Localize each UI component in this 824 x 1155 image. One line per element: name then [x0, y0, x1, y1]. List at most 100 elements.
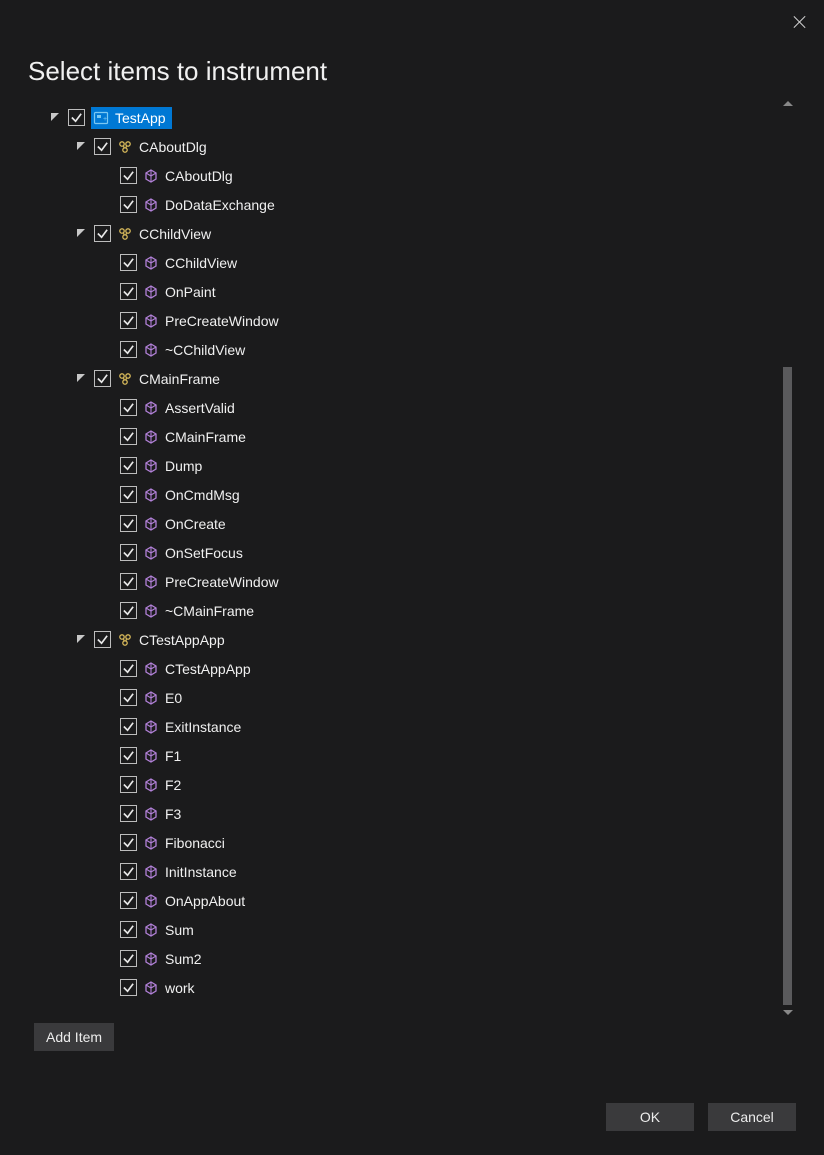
tree-item-label: Fibonacci [165, 835, 225, 851]
checkbox[interactable] [94, 370, 111, 387]
expander-icon[interactable] [76, 373, 88, 385]
expander-icon[interactable] [76, 634, 88, 646]
tree-item-label: F2 [165, 777, 181, 793]
tree-row[interactable]: Sum [50, 915, 776, 944]
tree-row[interactable]: F3 [50, 799, 776, 828]
tree-item-label: Sum [165, 922, 194, 938]
checkbox[interactable] [120, 312, 137, 329]
tree-item-label: CMainFrame [165, 429, 246, 445]
tree-item-label: CChildView [139, 226, 211, 242]
tree-row[interactable]: DoDataExchange [50, 190, 776, 219]
tree-row[interactable]: Sum2 [50, 944, 776, 973]
method-icon [143, 835, 159, 851]
checkbox[interactable] [120, 950, 137, 967]
checkbox[interactable] [120, 515, 137, 532]
checkbox[interactable] [120, 660, 137, 677]
scroll-up-icon[interactable] [783, 101, 793, 106]
checkbox[interactable] [120, 428, 137, 445]
tree-item-label: AssertValid [165, 400, 235, 416]
project-icon: + [93, 110, 109, 126]
tree-item-label: CChildView [165, 255, 237, 271]
checkbox[interactable] [120, 776, 137, 793]
tree-row[interactable]: work [50, 973, 776, 1002]
checkbox[interactable] [120, 341, 137, 358]
scroll-down-icon[interactable] [783, 1010, 793, 1015]
tree-row[interactable]: CAboutDlg [50, 161, 776, 190]
checkbox[interactable] [120, 892, 137, 909]
dialog: Select items to instrument +TestAppCAbou… [0, 0, 824, 1155]
tree-row[interactable]: ~CMainFrame [50, 596, 776, 625]
expander-icon[interactable] [76, 228, 88, 240]
checkbox[interactable] [94, 631, 111, 648]
expander-icon[interactable] [50, 112, 62, 124]
cancel-button[interactable]: Cancel [708, 1103, 796, 1131]
checkbox[interactable] [94, 225, 111, 242]
checkbox[interactable] [120, 167, 137, 184]
tree-row[interactable]: CMainFrame [50, 364, 776, 393]
tree-row[interactable]: CAboutDlg [50, 132, 776, 161]
tree-row[interactable]: OnCmdMsg [50, 480, 776, 509]
close-icon[interactable] [792, 14, 808, 30]
checkbox[interactable] [120, 283, 137, 300]
method-icon [143, 516, 159, 532]
tree-item-label: OnSetFocus [165, 545, 243, 561]
tree-row[interactable]: CChildView [50, 219, 776, 248]
dialog-footer: OK Cancel [28, 1103, 796, 1131]
ok-button[interactable]: OK [606, 1103, 694, 1131]
tree-row[interactable]: InitInstance [50, 857, 776, 886]
checkbox[interactable] [120, 457, 137, 474]
selection-highlight: +TestApp [91, 107, 172, 129]
tree-item-label: ~CChildView [165, 342, 245, 358]
tree-row[interactable]: ~CChildView [50, 335, 776, 364]
method-icon [143, 255, 159, 271]
checkbox[interactable] [120, 805, 137, 822]
tree-row[interactable]: AssertValid [50, 393, 776, 422]
tree-row[interactable]: +TestApp [50, 103, 776, 132]
add-item-button[interactable]: Add Item [34, 1023, 114, 1051]
tree-row[interactable]: PreCreateWindow [50, 567, 776, 596]
tree-row[interactable]: CTestAppApp [50, 654, 776, 683]
method-icon [143, 719, 159, 735]
checkbox[interactable] [120, 196, 137, 213]
checkbox[interactable] [120, 863, 137, 880]
tree-item-label: CAboutDlg [139, 139, 207, 155]
tree-row[interactable]: ExitInstance [50, 712, 776, 741]
tree-row[interactable]: F1 [50, 741, 776, 770]
tree-row[interactable]: OnSetFocus [50, 538, 776, 567]
scrollbar[interactable] [780, 99, 796, 1017]
checkbox[interactable] [120, 979, 137, 996]
checkbox[interactable] [120, 254, 137, 271]
checkbox[interactable] [120, 573, 137, 590]
checkbox[interactable] [120, 602, 137, 619]
checkbox[interactable] [120, 747, 137, 764]
tree-item-label: OnAppAbout [165, 893, 245, 909]
tree-row[interactable]: OnCreate [50, 509, 776, 538]
method-icon [143, 545, 159, 561]
tree-row[interactable]: F2 [50, 770, 776, 799]
method-icon [143, 893, 159, 909]
tree-row[interactable]: CTestAppApp [50, 625, 776, 654]
checkbox[interactable] [120, 921, 137, 938]
method-icon [143, 661, 159, 677]
tree-row[interactable]: CMainFrame [50, 422, 776, 451]
expander-icon[interactable] [76, 141, 88, 153]
tree-view[interactable]: +TestAppCAboutDlgCAboutDlgDoDataExchange… [50, 99, 776, 1017]
tree-row[interactable]: Dump [50, 451, 776, 480]
checkbox[interactable] [120, 689, 137, 706]
tree-row[interactable]: OnAppAbout [50, 886, 776, 915]
checkbox[interactable] [120, 718, 137, 735]
tree-row[interactable]: OnPaint [50, 277, 776, 306]
tree-row[interactable]: Fibonacci [50, 828, 776, 857]
checkbox[interactable] [68, 109, 85, 126]
tree-row[interactable]: PreCreateWindow [50, 306, 776, 335]
checkbox[interactable] [94, 138, 111, 155]
checkbox[interactable] [120, 399, 137, 416]
tree-row[interactable]: CChildView [50, 248, 776, 277]
checkbox[interactable] [120, 486, 137, 503]
scroll-thumb[interactable] [783, 367, 792, 1005]
checkbox[interactable] [120, 834, 137, 851]
svg-text:+: + [103, 116, 107, 123]
class-icon [117, 139, 133, 155]
tree-row[interactable]: E0 [50, 683, 776, 712]
checkbox[interactable] [120, 544, 137, 561]
